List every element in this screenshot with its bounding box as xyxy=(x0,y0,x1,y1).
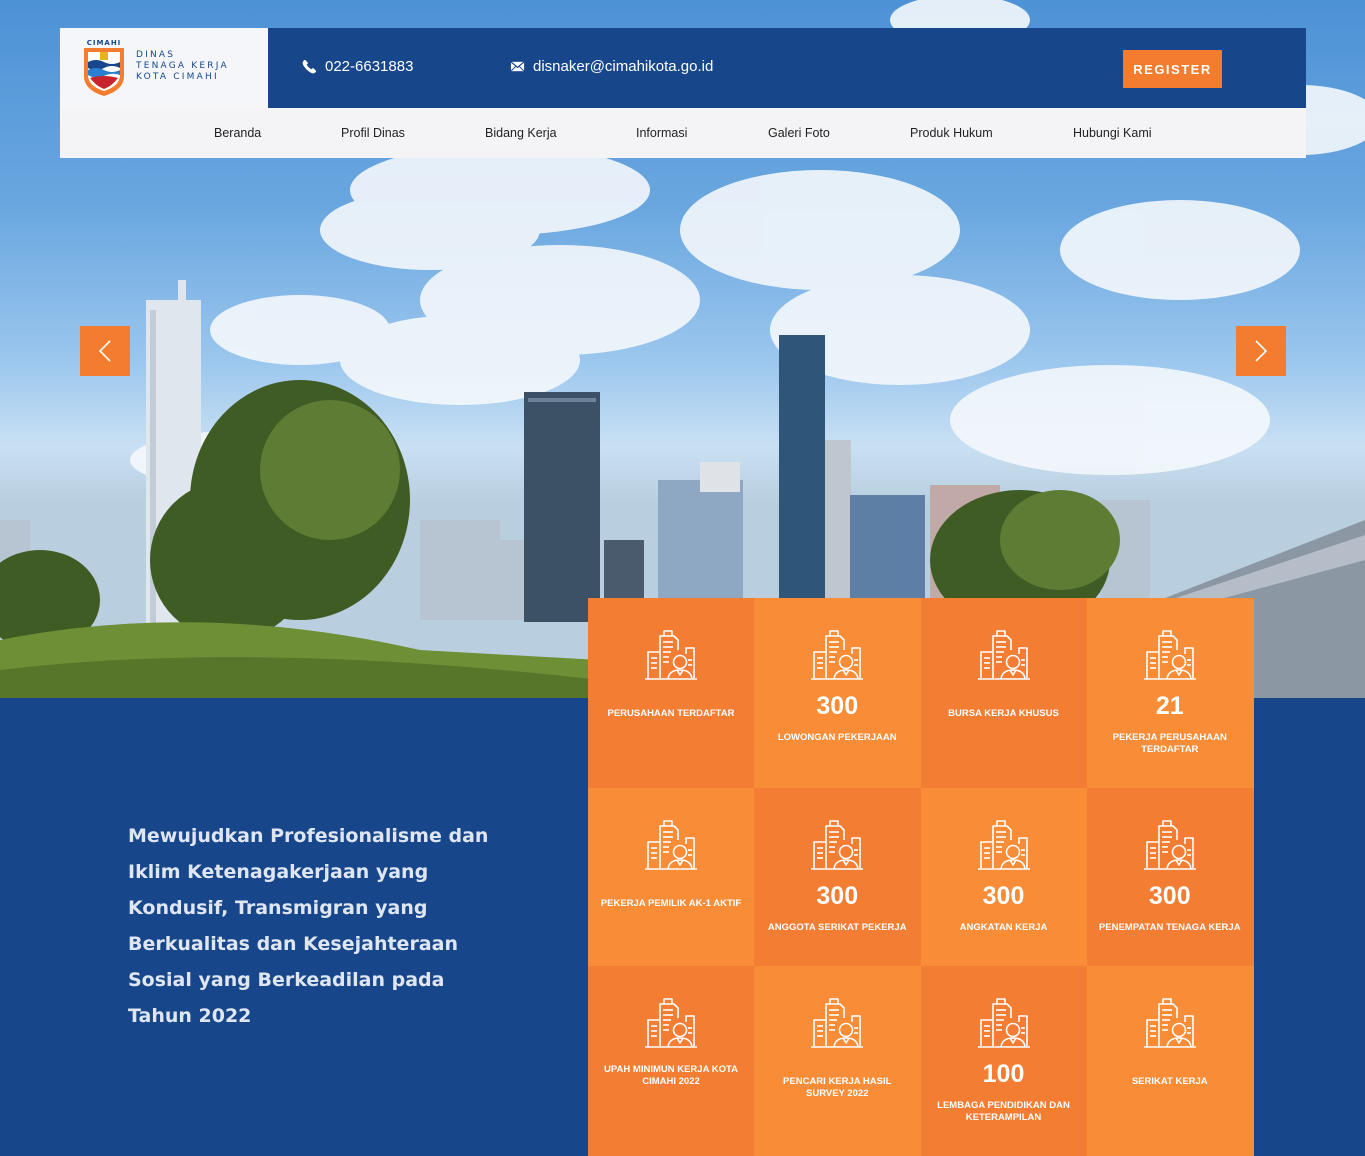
stat-value: 300 xyxy=(816,692,859,720)
stat-card[interactable]: 300 ANGKATAN KERJA xyxy=(920,788,1088,966)
stat-label: PEKERJA PEMILIK AK-1 AKTIF xyxy=(600,898,742,909)
office-building-person-icon xyxy=(1143,628,1197,682)
office-building-person-icon xyxy=(1143,818,1197,872)
stat-label: SERIKAT KERJA xyxy=(1131,1076,1208,1087)
email-address: disnaker@cimahikota.go.id xyxy=(533,58,714,75)
stat-value: 300 xyxy=(816,882,859,910)
stat-label: ANGGOTA SERIKAT PEKERJA xyxy=(767,922,907,933)
stat-label: LOWONGAN PEKERJAAN xyxy=(777,732,897,743)
logo-top-text: CIMAHI xyxy=(87,39,122,47)
stat-label: PENCARI KERJA HASIL SURVEY 2022 xyxy=(783,1076,892,1099)
phone-number: 022-6631883 xyxy=(325,58,414,75)
nav-item-bidang-kerja[interactable]: Bidang Kerja xyxy=(485,108,557,158)
register-button[interactable]: REGISTER xyxy=(1123,50,1222,88)
chevron-left-icon xyxy=(98,340,111,362)
stat-value: 100 xyxy=(982,1060,1025,1088)
site-header: CIMAHI DINAS TENAGA KERJA KOTA CIMAHI 02… xyxy=(60,28,1306,158)
stat-card[interactable]: UPAH MINIMUN KERJA KOTA CIMAHI 2022 xyxy=(588,966,755,1156)
phone-contact[interactable]: 022-6631883 xyxy=(302,58,413,75)
stat-value: 21 xyxy=(1155,692,1184,720)
stat-card[interactable]: 300 LOWONGAN PEKERJAAN xyxy=(754,598,921,788)
stat-card[interactable]: PENCARI KERJA HASIL SURVEY 2022 xyxy=(754,966,921,1156)
nav-item-galeri-foto[interactable]: Galeri Foto xyxy=(768,108,830,158)
stat-label: PEKERJA PERUSAHAAN TERDAFTAR xyxy=(1112,732,1227,755)
stat-card[interactable]: 300 PENEMPATAN TENAGA KERJA xyxy=(1086,788,1254,966)
vision-statement: Mewujudkan Profesionalisme dan Iklim Ket… xyxy=(128,825,489,1027)
office-building-person-icon xyxy=(644,628,698,682)
nav-item-beranda[interactable]: Beranda xyxy=(214,108,261,158)
logo-line-2: TENAGA KERJA xyxy=(136,61,229,71)
office-building-person-icon xyxy=(644,996,698,1050)
office-building-person-icon xyxy=(1143,996,1197,1050)
cimahi-emblem-icon: CIMAHI xyxy=(84,39,124,96)
stat-card[interactable]: 100 LEMBAGA PENDIDIKAN DAN KETERAMPILAN xyxy=(920,966,1088,1156)
chevron-right-icon xyxy=(1255,340,1268,362)
slider-prev-button[interactable] xyxy=(80,326,130,376)
office-building-person-icon xyxy=(644,818,698,872)
envelope-icon xyxy=(510,61,525,72)
stat-card[interactable]: 21 PEKERJA PERUSAHAAN TERDAFTAR xyxy=(1086,598,1254,788)
stat-card[interactable]: SERIKAT KERJA xyxy=(1086,966,1254,1156)
stat-card[interactable]: PEKERJA PEMILIK AK-1 AKTIF xyxy=(588,788,755,966)
phone-icon xyxy=(302,59,317,74)
office-building-person-icon xyxy=(977,628,1031,682)
logo-line-1: DINAS xyxy=(136,50,176,60)
nav-item-informasi[interactable]: Informasi xyxy=(636,108,687,158)
stat-card[interactable]: 300 ANGGOTA SERIKAT PEKERJA xyxy=(754,788,921,966)
stat-label: BURSA KERJA KHUSUS xyxy=(948,708,1059,719)
office-building-person-icon xyxy=(810,818,864,872)
slider-next-button[interactable] xyxy=(1236,326,1286,376)
stat-label: PERUSAHAAN TERDAFTAR xyxy=(607,708,735,719)
email-contact[interactable]: disnaker@cimahikota.go.id xyxy=(510,58,713,75)
office-building-person-icon xyxy=(810,628,864,682)
top-bar: CIMAHI DINAS TENAGA KERJA KOTA CIMAHI 02… xyxy=(60,28,1306,108)
statistics-grid: PERUSAHAAN TERDAFTAR 300 LOWONGAN PEKERJAA… xyxy=(588,598,1254,1156)
office-building-person-icon xyxy=(810,996,864,1050)
nav-item-produk-hukum[interactable]: Produk Hukum xyxy=(910,108,993,158)
stat-value: 300 xyxy=(982,882,1025,910)
stat-label: ANGKATAN KERJA xyxy=(959,922,1048,933)
stat-label: UPAH MINIMUN KERJA KOTA CIMAHI 2022 xyxy=(604,1064,738,1087)
logo[interactable]: CIMAHI DINAS TENAGA KERJA KOTA CIMAHI xyxy=(60,28,268,108)
stat-card[interactable]: BURSA KERJA KHUSUS xyxy=(920,598,1088,788)
stat-label: PENEMPATAN TENAGA KERJA xyxy=(1098,922,1241,933)
stat-value: 300 xyxy=(1148,882,1191,910)
nav-item-profil-dinas[interactable]: Profil Dinas xyxy=(341,108,405,158)
stat-card[interactable]: PERUSAHAAN TERDAFTAR xyxy=(588,598,755,788)
main-nav: Beranda Profil Dinas Bidang Kerja Inform… xyxy=(60,108,1306,158)
office-building-person-icon xyxy=(977,996,1031,1050)
stat-label: LEMBAGA PENDIDIKAN DAN KETERAMPILAN xyxy=(937,1100,1070,1123)
logo-text: DINAS TENAGA KERJA KOTA CIMAHI xyxy=(136,50,229,83)
office-building-person-icon xyxy=(977,818,1031,872)
logo-line-3: KOTA CIMAHI xyxy=(136,72,219,82)
nav-item-hubungi-kami[interactable]: Hubungi Kami xyxy=(1073,108,1152,158)
